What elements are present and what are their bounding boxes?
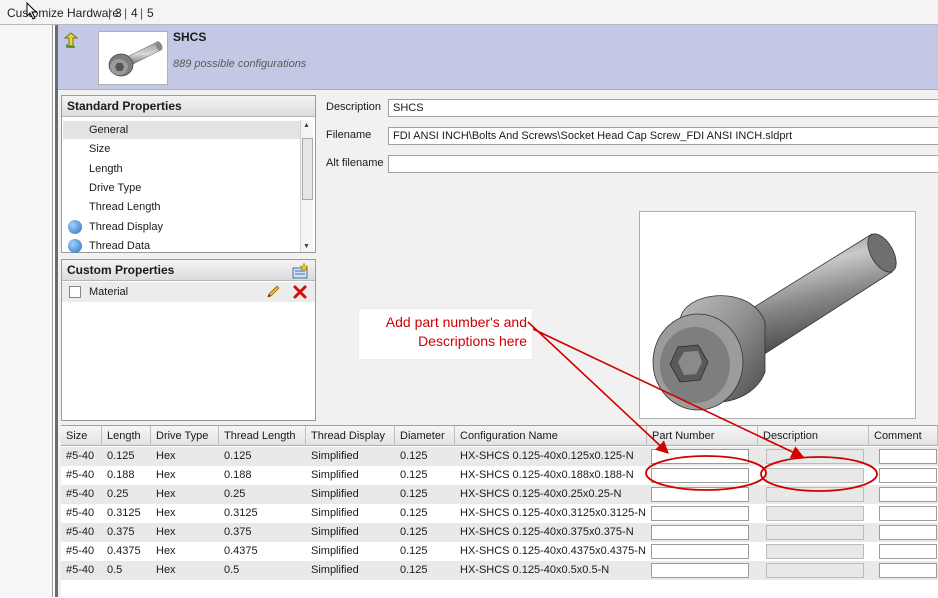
mouse-cursor-icon [26, 2, 38, 20]
tab-4[interactable]: 4 [131, 6, 138, 20]
tab-separator: | [108, 6, 112, 20]
tab-bar: Customize Hardware | 3 | 4 | 5 [0, 0, 938, 25]
main-area: SHCS 889 possible configurations Standar… [58, 25, 938, 598]
annotation-arrow [532, 328, 805, 458]
annotation-arrow [527, 321, 669, 454]
highlight-ellipse [645, 455, 767, 491]
left-pane [0, 25, 53, 597]
highlight-ellipse [760, 456, 878, 492]
breadcrumb[interactable]: Customize Hardware [7, 6, 119, 20]
tab-3[interactable]: 3 [115, 6, 122, 20]
tab-separator: | [124, 6, 128, 20]
tab-separator: | [140, 6, 144, 20]
annotation-overlay [527, 321, 878, 492]
tab-5[interactable]: 5 [147, 6, 154, 20]
